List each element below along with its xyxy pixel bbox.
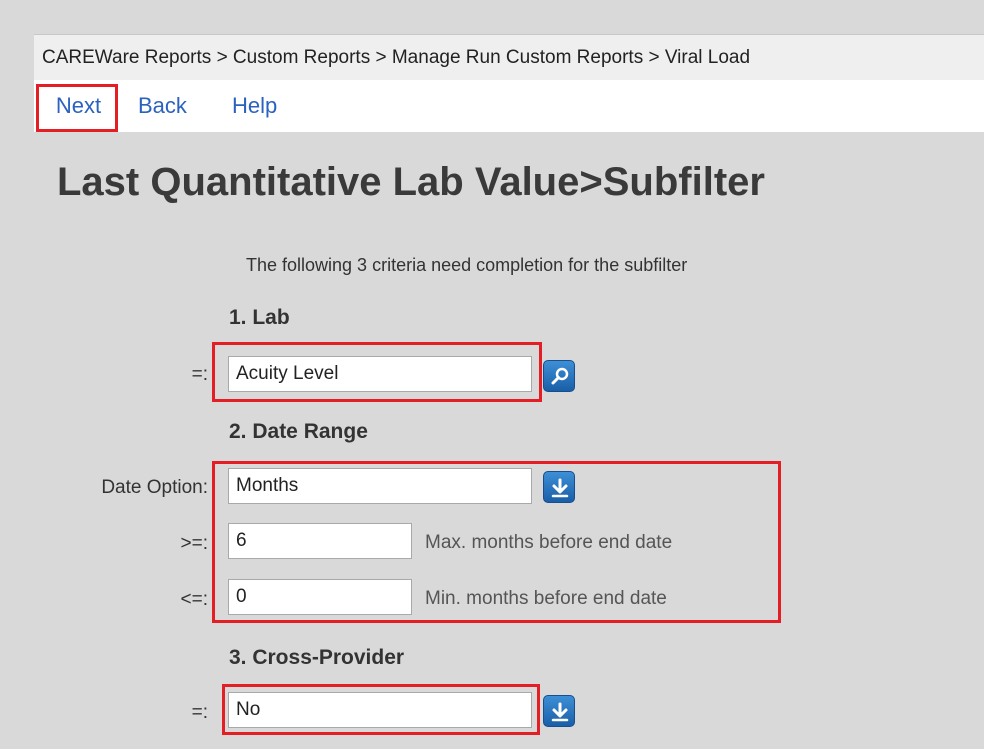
date-option-label: Date Option:	[101, 477, 208, 498]
date-range-heading: 2. Date Range	[229, 420, 368, 443]
lab-operator-label: =:	[191, 364, 208, 385]
page-title: Last Quantitative Lab Value>Subfilter	[57, 160, 765, 204]
dropdown-arrow-icon[interactable]	[543, 695, 575, 727]
max-months-operator-label: >=:	[180, 533, 208, 554]
breadcrumb: CAREWare Reports > Custom Reports > Mana…	[34, 34, 984, 80]
criteria-instructions: The following 3 criteria need completion…	[246, 255, 688, 275]
back-link[interactable]: Back	[138, 86, 187, 126]
date-range-highlight	[212, 461, 781, 623]
cross-provider-highlight	[222, 684, 540, 735]
cross-provider-operator-label: =:	[191, 702, 208, 723]
nav-bar: Next Back Help	[34, 80, 984, 132]
cross-provider-heading: 3. Cross-Provider	[229, 646, 405, 669]
search-icon[interactable]	[543, 360, 575, 392]
help-link[interactable]: Help	[232, 86, 277, 126]
next-highlight	[36, 84, 118, 132]
lab-highlight	[212, 342, 542, 402]
lab-heading: 1. Lab	[229, 306, 290, 329]
min-months-operator-label: <=:	[180, 589, 208, 610]
top-strip	[0, 0, 984, 34]
